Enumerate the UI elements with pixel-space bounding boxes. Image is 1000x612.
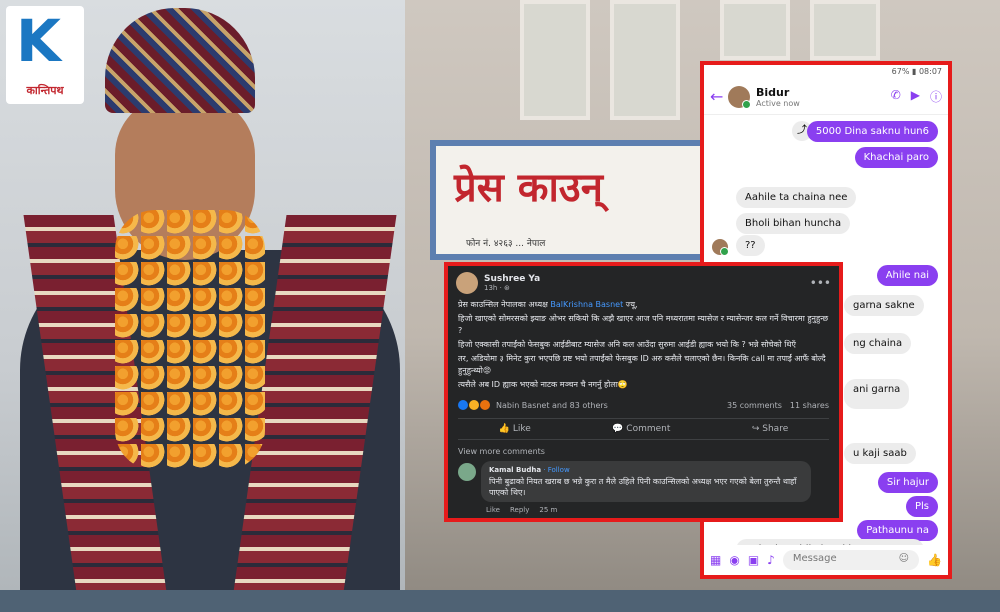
thumbs-up-icon[interactable]: 👍 (927, 553, 942, 567)
kantipath-logo: K कान्तिपथ (6, 6, 84, 104)
message-bubble: 5000 Dina saknu hun6 (806, 121, 938, 142)
post-actions: 👍 Like 💬 Comment ↪ Share (458, 418, 829, 440)
building-window (610, 0, 680, 120)
share-button[interactable]: ↪ Share (752, 424, 788, 434)
thumbs-up-icon: 👍 (498, 424, 510, 434)
more-options-icon[interactable]: ••• (810, 276, 831, 290)
dhaka-topi (105, 8, 255, 113)
video-icon[interactable]: ▶ (911, 88, 920, 105)
message-bubble: Pathaunu na (857, 520, 938, 541)
avatar[interactable] (458, 463, 476, 481)
contact-name[interactable]: Bidur (756, 86, 800, 99)
post-header: Sushree Ya 13h · ⊛ ••• (448, 266, 839, 296)
bottom-band (0, 590, 1000, 612)
post-paragraph: हिजो एक्कासी तपाईंको फेसबुक आईडीबाट म्या… (458, 340, 796, 349)
comment-button[interactable]: 💬 Comment (612, 424, 670, 434)
grid-icon[interactable]: ▦ (710, 553, 721, 567)
reaction-icons[interactable] (458, 400, 490, 410)
building-window (720, 0, 790, 60)
message-bubble: Sir hajur (877, 472, 938, 493)
facebook-post-screenshot: Sushree Ya 13h · ⊛ ••• प्रेस काउन्सिल ने… (444, 262, 843, 522)
post-paragraph: हिजो खाएको सोमरसको झ्याङ ओभर सकियो कि अझ… (458, 314, 829, 335)
follow-link[interactable]: · Follow (541, 466, 569, 474)
status-bar: 67% ▮ 08:07 (704, 65, 948, 79)
message-bubble: ng chaina (844, 333, 912, 354)
like-button[interactable]: 👍 Like (499, 424, 531, 434)
message-bubble: Bholi bihan huncha (736, 213, 851, 234)
mention-link[interactable]: BalKrishna Basnet (550, 300, 623, 309)
logo-text: कान्तिपथ (26, 84, 64, 97)
post-paragraph: तर, अडियोमा ३ मिनेट कुरा भएपछि प्रष्ट भय… (458, 354, 826, 375)
message-input[interactable]: Message ☺ (782, 550, 920, 570)
sign-subtext: फोन नं. ४२६३ ... नेपाल (466, 239, 546, 249)
comment-meta: Like Reply 25 m (448, 504, 839, 514)
avatar[interactable] (728, 85, 751, 109)
composer-bar: ▦ ◉ ▣ ♪ Message ☺ 👍 (704, 545, 948, 575)
reactions-text[interactable]: Nabin Basnet and 83 others (496, 401, 608, 410)
post-time[interactable]: 13h · ⊛ (484, 284, 540, 292)
sad-reaction-icon (469, 400, 479, 410)
message-bubble: Ahile nai (876, 265, 938, 286)
post-author[interactable]: Sushree Ya (484, 274, 540, 284)
mic-icon[interactable]: ♪ (767, 553, 775, 567)
post-body: प्रेस काउन्सिल नेपालका अध्यक्ष BalKrishn… (458, 300, 829, 389)
contact-status: Active now (756, 98, 800, 108)
camera-icon[interactable]: ◉ (729, 553, 739, 567)
avatar (712, 239, 729, 256)
message-bubble: Aahile ta chaina nee (736, 187, 857, 208)
post-paragraph: त्यसैले अब ID ह्याक भएको नाटक मञ्चन चै न… (458, 380, 628, 389)
comment-icon: 💬 (612, 424, 624, 434)
shares-count[interactable]: 11 shares (790, 401, 829, 410)
message-bubble: u kaji saab (844, 443, 916, 464)
comment: Kamal Budha · Follow पिनी बुढाको नियत खर… (448, 459, 839, 504)
angry-reaction-icon (480, 400, 490, 410)
sign-text: प्रेस काउन् (454, 165, 603, 211)
emoji-icon[interactable]: ☺ (899, 553, 909, 567)
comment-text: पिनी बुढाको नियत खराब छ भन्ने कुरा त मैल… (489, 477, 797, 497)
comment-like-button[interactable]: Like (486, 506, 500, 514)
press-council-sign: प्रेस काउन् फोन नं. ४२६३ ... नेपाल (430, 140, 720, 260)
building-window (810, 0, 880, 60)
message-bubble: ?? (736, 235, 765, 256)
building-window (520, 0, 590, 120)
comment-bubble: Kamal Budha · Follow पिनी बुढाको नियत खर… (481, 461, 811, 502)
logo-letter: K (16, 7, 61, 75)
comment-reply-button[interactable]: Reply (510, 506, 529, 514)
view-more-comments[interactable]: View more comments (448, 444, 839, 459)
info-icon[interactable]: ⓘ (930, 88, 942, 105)
avatar[interactable] (456, 272, 478, 294)
back-arrow-icon[interactable]: ← (710, 87, 728, 106)
message-bubble: Pls (905, 496, 938, 517)
post-stats: Nabin Basnet and 83 others 35 comments 1… (448, 396, 839, 414)
message-bubble: ani garna (844, 379, 910, 409)
chat-header: ← Bidur Active now ✆ ▶ ⓘ (704, 79, 948, 115)
message-bubble: garna sakne (844, 295, 924, 316)
image-icon[interactable]: ▣ (748, 553, 759, 567)
comment-time: 25 m (539, 506, 558, 514)
comment-author[interactable]: Kamal Budha (489, 466, 541, 474)
comments-count[interactable]: 35 comments (727, 401, 782, 410)
message-bubble: Khachai paro (854, 147, 938, 168)
status-right: 67% ▮ 08:07 (891, 67, 942, 76)
phone-icon[interactable]: ✆ (891, 88, 901, 105)
like-reaction-icon (458, 400, 468, 410)
share-icon: ↪ (751, 424, 760, 434)
